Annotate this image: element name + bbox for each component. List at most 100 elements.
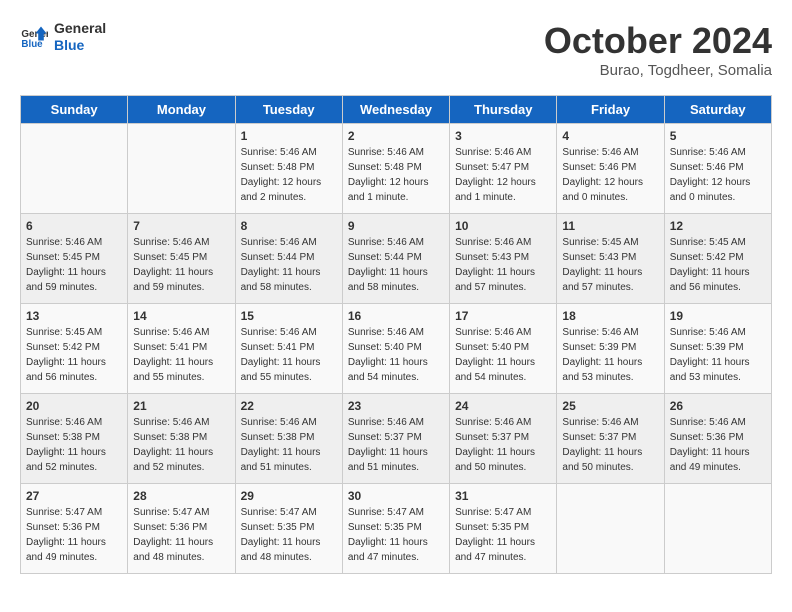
calendar-cell <box>128 124 235 214</box>
day-number: 10 <box>455 219 551 233</box>
day-info: Sunrise: 5:46 AM Sunset: 5:43 PM Dayligh… <box>455 235 551 295</box>
day-number: 25 <box>562 399 658 413</box>
calendar-table: SundayMondayTuesdayWednesdayThursdayFrid… <box>20 95 772 574</box>
day-number: 31 <box>455 489 551 503</box>
calendar-cell: 19 Sunrise: 5:46 AM Sunset: 5:39 PM Dayli… <box>664 304 771 394</box>
day-info: Sunrise: 5:46 AM Sunset: 5:45 PM Dayligh… <box>133 235 229 295</box>
logo-icon: General Blue <box>20 23 48 51</box>
day-number: 27 <box>26 489 122 503</box>
calendar-cell: 16 Sunrise: 5:46 AM Sunset: 5:40 PM Dayli… <box>342 304 449 394</box>
day-number: 15 <box>241 309 337 323</box>
day-info: Sunrise: 5:47 AM Sunset: 5:36 PM Dayligh… <box>133 505 229 565</box>
day-number: 14 <box>133 309 229 323</box>
day-info: Sunrise: 5:46 AM Sunset: 5:41 PM Dayligh… <box>133 325 229 385</box>
day-number: 19 <box>670 309 766 323</box>
day-number: 16 <box>348 309 444 323</box>
calendar-week-row: 6 Sunrise: 5:46 AM Sunset: 5:45 PM Daylig… <box>21 214 772 304</box>
day-info: Sunrise: 5:46 AM Sunset: 5:46 PM Dayligh… <box>562 145 658 205</box>
day-of-week-header: Monday <box>128 96 235 124</box>
day-info: Sunrise: 5:46 AM Sunset: 5:38 PM Dayligh… <box>26 415 122 475</box>
calendar-cell: 3 Sunrise: 5:46 AM Sunset: 5:47 PM Daylig… <box>450 124 557 214</box>
calendar-cell <box>21 124 128 214</box>
calendar-cell: 24 Sunrise: 5:46 AM Sunset: 5:37 PM Dayli… <box>450 394 557 484</box>
logo-text-general: General <box>54 20 106 37</box>
day-number: 29 <box>241 489 337 503</box>
calendar-cell: 8Sunrise: 5:46 AM Sunset: 5:44 PM Daylig… <box>235 214 342 304</box>
calendar-cell: 6 Sunrise: 5:46 AM Sunset: 5:45 PM Daylig… <box>21 214 128 304</box>
day-number: 5 <box>670 129 766 143</box>
day-info: Sunrise: 5:46 AM Sunset: 5:36 PM Dayligh… <box>670 415 766 475</box>
logo: General Blue General Blue <box>20 20 106 54</box>
calendar-week-row: 13Sunrise: 5:45 AM Sunset: 5:42 PM Dayli… <box>21 304 772 394</box>
day-number: 30 <box>348 489 444 503</box>
calendar-body: 1 Sunrise: 5:46 AM Sunset: 5:48 PM Daylig… <box>21 124 772 574</box>
page-header: General Blue General Blue October 2024 B… <box>20 20 772 79</box>
day-of-week-header: Thursday <box>450 96 557 124</box>
day-number: 23 <box>348 399 444 413</box>
day-info: Sunrise: 5:46 AM Sunset: 5:46 PM Dayligh… <box>670 145 766 205</box>
day-number: 18 <box>562 309 658 323</box>
calendar-cell: 4 Sunrise: 5:46 AM Sunset: 5:46 PM Daylig… <box>557 124 664 214</box>
day-info: Sunrise: 5:45 AM Sunset: 5:42 PM Dayligh… <box>26 325 122 385</box>
day-info: Sunrise: 5:46 AM Sunset: 5:38 PM Dayligh… <box>241 415 337 475</box>
calendar-cell: 9Sunrise: 5:46 AM Sunset: 5:44 PM Daylig… <box>342 214 449 304</box>
calendar-cell <box>557 484 664 574</box>
day-number: 24 <box>455 399 551 413</box>
calendar-cell: 18 Sunrise: 5:46 AM Sunset: 5:39 PM Dayli… <box>557 304 664 394</box>
day-info: Sunrise: 5:46 AM Sunset: 5:45 PM Dayligh… <box>26 235 122 295</box>
logo-text-blue: Blue <box>54 37 106 54</box>
day-info: Sunrise: 5:46 AM Sunset: 5:40 PM Dayligh… <box>348 325 444 385</box>
day-number: 22 <box>241 399 337 413</box>
day-number: 21 <box>133 399 229 413</box>
calendar-cell: 12 Sunrise: 5:45 AM Sunset: 5:42 PM Dayli… <box>664 214 771 304</box>
day-info: Sunrise: 5:47 AM Sunset: 5:35 PM Dayligh… <box>241 505 337 565</box>
day-info: Sunrise: 5:46 AM Sunset: 5:37 PM Dayligh… <box>562 415 658 475</box>
day-number: 4 <box>562 129 658 143</box>
day-number: 2 <box>348 129 444 143</box>
day-info: Sunrise: 5:46 AM Sunset: 5:37 PM Dayligh… <box>348 415 444 475</box>
calendar-cell: 23 Sunrise: 5:46 AM Sunset: 5:37 PM Dayli… <box>342 394 449 484</box>
calendar-cell: 13Sunrise: 5:45 AM Sunset: 5:42 PM Dayli… <box>21 304 128 394</box>
day-number: 1 <box>241 129 337 143</box>
day-of-week-header: Tuesday <box>235 96 342 124</box>
day-number: 28 <box>133 489 229 503</box>
day-number: 3 <box>455 129 551 143</box>
day-info: Sunrise: 5:46 AM Sunset: 5:48 PM Dayligh… <box>241 145 337 205</box>
calendar-cell: 22 Sunrise: 5:46 AM Sunset: 5:38 PM Dayli… <box>235 394 342 484</box>
day-info: Sunrise: 5:46 AM Sunset: 5:39 PM Dayligh… <box>670 325 766 385</box>
day-number: 9 <box>348 219 444 233</box>
day-of-week-header: Sunday <box>21 96 128 124</box>
days-of-week-row: SundayMondayTuesdayWednesdayThursdayFrid… <box>21 96 772 124</box>
calendar-cell: 25 Sunrise: 5:46 AM Sunset: 5:37 PM Dayli… <box>557 394 664 484</box>
calendar-cell: 29 Sunrise: 5:47 AM Sunset: 5:35 PM Dayli… <box>235 484 342 574</box>
day-number: 6 <box>26 219 122 233</box>
calendar-cell: 2Sunrise: 5:46 AM Sunset: 5:48 PM Daylig… <box>342 124 449 214</box>
calendar-week-row: 27 Sunrise: 5:47 AM Sunset: 5:36 PM Dayli… <box>21 484 772 574</box>
day-info: Sunrise: 5:46 AM Sunset: 5:40 PM Dayligh… <box>455 325 551 385</box>
day-info: Sunrise: 5:46 AM Sunset: 5:44 PM Dayligh… <box>241 235 337 295</box>
day-of-week-header: Wednesday <box>342 96 449 124</box>
calendar-cell: 7 Sunrise: 5:46 AM Sunset: 5:45 PM Daylig… <box>128 214 235 304</box>
calendar-cell: 26 Sunrise: 5:46 AM Sunset: 5:36 PM Dayli… <box>664 394 771 484</box>
day-info: Sunrise: 5:46 AM Sunset: 5:38 PM Dayligh… <box>133 415 229 475</box>
day-number: 20 <box>26 399 122 413</box>
day-number: 26 <box>670 399 766 413</box>
calendar-week-row: 1 Sunrise: 5:46 AM Sunset: 5:48 PM Daylig… <box>21 124 772 214</box>
title-block: October 2024 Burao, Togdheer, Somalia <box>544 20 772 79</box>
day-info: Sunrise: 5:47 AM Sunset: 5:35 PM Dayligh… <box>348 505 444 565</box>
calendar-cell: 31Sunrise: 5:47 AM Sunset: 5:35 PM Dayli… <box>450 484 557 574</box>
day-number: 11 <box>562 219 658 233</box>
calendar-cell: 15Sunrise: 5:46 AM Sunset: 5:41 PM Dayli… <box>235 304 342 394</box>
day-info: Sunrise: 5:45 AM Sunset: 5:42 PM Dayligh… <box>670 235 766 295</box>
month-title: October 2024 <box>544 20 772 62</box>
calendar-cell: 20 Sunrise: 5:46 AM Sunset: 5:38 PM Dayli… <box>21 394 128 484</box>
calendar-cell: 27Sunrise: 5:47 AM Sunset: 5:36 PM Dayli… <box>21 484 128 574</box>
day-number: 12 <box>670 219 766 233</box>
day-info: Sunrise: 5:46 AM Sunset: 5:39 PM Dayligh… <box>562 325 658 385</box>
calendar-cell: 1 Sunrise: 5:46 AM Sunset: 5:48 PM Daylig… <box>235 124 342 214</box>
day-info: Sunrise: 5:46 AM Sunset: 5:37 PM Dayligh… <box>455 415 551 475</box>
day-info: Sunrise: 5:46 AM Sunset: 5:47 PM Dayligh… <box>455 145 551 205</box>
day-info: Sunrise: 5:45 AM Sunset: 5:43 PM Dayligh… <box>562 235 658 295</box>
day-number: 7 <box>133 219 229 233</box>
location-subtitle: Burao, Togdheer, Somalia <box>544 62 772 79</box>
